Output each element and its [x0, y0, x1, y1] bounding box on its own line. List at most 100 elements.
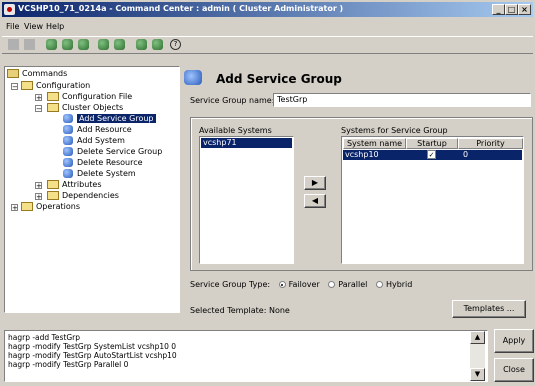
tree-item-operations[interactable]: Operations [21, 202, 80, 211]
move-right-button[interactable]: ▶ [304, 176, 326, 190]
command-line: hagrp -modify TestGrp SystemList vcshp10… [8, 342, 177, 351]
scroll-down-icon[interactable]: ▼ [470, 368, 485, 381]
column-header-startup[interactable]: Startup [406, 138, 458, 149]
collapse-configuration-icon[interactable]: − [11, 83, 18, 91]
command-output[interactable]: hagrp -add TestGrp hagrp -modify TestGrp… [4, 330, 488, 382]
maximize-button[interactable]: □ [505, 4, 518, 15]
tree-item-delete-system[interactable]: Delete System [63, 169, 136, 178]
column-header-priority[interactable]: Priority [458, 138, 523, 149]
menu-help[interactable]: Help [46, 22, 64, 31]
table-row[interactable]: vcshp10 ✓ 0 [343, 150, 522, 160]
selected-template-label: Selected Template: None [190, 306, 290, 315]
folder-icon [47, 92, 59, 101]
tree-label: Add System [77, 136, 125, 145]
tree-item-delete-resource[interactable]: Delete Resource [63, 158, 143, 167]
system-icon [63, 169, 73, 178]
column-header-system[interactable]: System name [343, 138, 406, 149]
resource-icon [63, 158, 73, 167]
tree-item-cluster-objects[interactable]: Cluster Objects [47, 103, 123, 112]
expand-config-file-icon[interactable]: + [35, 94, 42, 102]
tree-item-add-service-group[interactable]: Add Service Group [63, 114, 156, 123]
systems-group: Available Systems vcshp71 ▶ ◀ Systems fo… [190, 117, 533, 271]
collapse-cluster-objects-icon[interactable]: − [35, 105, 42, 113]
tree-label: Dependencies [62, 191, 119, 200]
menu-file[interactable]: File [6, 22, 19, 31]
parallel-label[interactable]: Parallel [338, 280, 367, 289]
window-title: VCSHP10_71_0214a - Command Center : admi… [18, 4, 344, 13]
minimize-button[interactable]: _ [492, 4, 505, 15]
app-icon [4, 4, 15, 15]
templates-button[interactable]: Templates ... [452, 300, 526, 318]
link-group-icon[interactable] [136, 39, 147, 50]
tree-item-dependencies[interactable]: Dependencies [47, 191, 119, 200]
add-service-group-icon [184, 70, 202, 85]
tree-label: Delete Resource [77, 158, 143, 167]
service-group-icon [63, 114, 73, 123]
move-left-button[interactable]: ◀ [304, 194, 326, 208]
menu-bar: File View Help [2, 20, 533, 34]
unfreeze-group-icon[interactable] [114, 39, 125, 50]
command-line: hagrp -modify TestGrp AutoStartList vcsh… [8, 351, 177, 360]
list-item[interactable]: vcshp71 [201, 138, 292, 148]
tree-item-add-system[interactable]: Add System [63, 136, 125, 145]
command-line: hagrp -modify TestGrp Parallel 0 [8, 360, 129, 369]
help-icon[interactable]: ? [170, 39, 181, 50]
scroll-up-icon[interactable]: ▲ [470, 331, 485, 344]
apply-button[interactable]: Apply [494, 329, 534, 353]
system-icon [63, 136, 73, 145]
tree-item-configuration[interactable]: Configuration [21, 81, 90, 90]
page-title: Add Service Group [216, 72, 342, 86]
tree-label: Delete Service Group [77, 147, 163, 156]
hybrid-radio[interactable] [375, 281, 383, 288]
folder-icon [47, 180, 59, 189]
switch-group-icon[interactable] [78, 39, 89, 50]
parallel-radio[interactable] [328, 281, 336, 288]
tree-item-attributes[interactable]: Attributes [47, 180, 102, 189]
folder-icon [47, 191, 59, 200]
commands-icon [7, 69, 19, 78]
tree-collapse-icon[interactable] [24, 39, 35, 50]
tree-item-config-file[interactable]: Configuration File [47, 92, 132, 101]
expand-operations-icon[interactable]: + [11, 204, 18, 212]
sg-type-label: Service Group Type: [190, 280, 271, 289]
tree-label: Add Service Group [77, 114, 156, 123]
systems-table: System name Startup Priority vcshp10 ✓ 0 [341, 136, 524, 264]
startup-checkbox[interactable]: ✓ [427, 150, 436, 159]
expand-attributes-icon[interactable]: + [35, 182, 42, 190]
systems-for-group-label: Systems for Service Group [341, 126, 448, 135]
offline-group-icon[interactable] [62, 39, 73, 50]
menu-view[interactable]: View [24, 22, 43, 31]
hybrid-label[interactable]: Hybrid [386, 280, 412, 289]
folder-open-icon [47, 103, 59, 112]
tree-root[interactable]: Commands [7, 69, 67, 78]
cell-priority[interactable]: 0 [463, 150, 468, 159]
folder-open-icon [21, 81, 33, 90]
unlink-group-icon[interactable] [152, 39, 163, 50]
folder-icon [21, 202, 33, 211]
toolbar: ? [2, 36, 533, 54]
close-button[interactable]: Close [494, 358, 534, 382]
available-systems-label: Available Systems [199, 126, 272, 135]
tree-item-delete-service-group[interactable]: Delete Service Group [63, 147, 162, 156]
expand-dependencies-icon[interactable]: + [35, 193, 42, 201]
tree-label: Delete System [77, 169, 136, 178]
tree-label: Configuration File [62, 92, 133, 101]
failover-radio[interactable] [278, 281, 286, 288]
command-center-window: VCSHP10_71_0214a - Command Center : admi… [0, 0, 535, 386]
command-line: hagrp -add TestGrp [8, 333, 80, 342]
service-group-icon [63, 147, 73, 156]
command-tree: Commands − Configuration + Configuration… [4, 66, 180, 313]
close-window-button[interactable]: × [518, 4, 531, 15]
available-systems-list[interactable]: vcshp71 [199, 136, 294, 264]
title-bar: VCSHP10_71_0214a - Command Center : admi… [2, 2, 533, 17]
freeze-group-icon[interactable] [98, 39, 109, 50]
tree-root-label: Commands [22, 69, 68, 78]
online-group-icon[interactable] [46, 39, 57, 50]
tree-item-add-resource[interactable]: Add Resource [63, 125, 132, 134]
tree-label: Add Resource [77, 125, 132, 134]
failover-label[interactable]: Failover [289, 280, 320, 289]
tree-label: Operations [36, 202, 80, 211]
tree-view-icon[interactable] [8, 39, 19, 50]
command-scrollbar[interactable]: ▲ ▼ [470, 331, 485, 381]
sg-name-input[interactable]: TestGrp [273, 93, 531, 107]
